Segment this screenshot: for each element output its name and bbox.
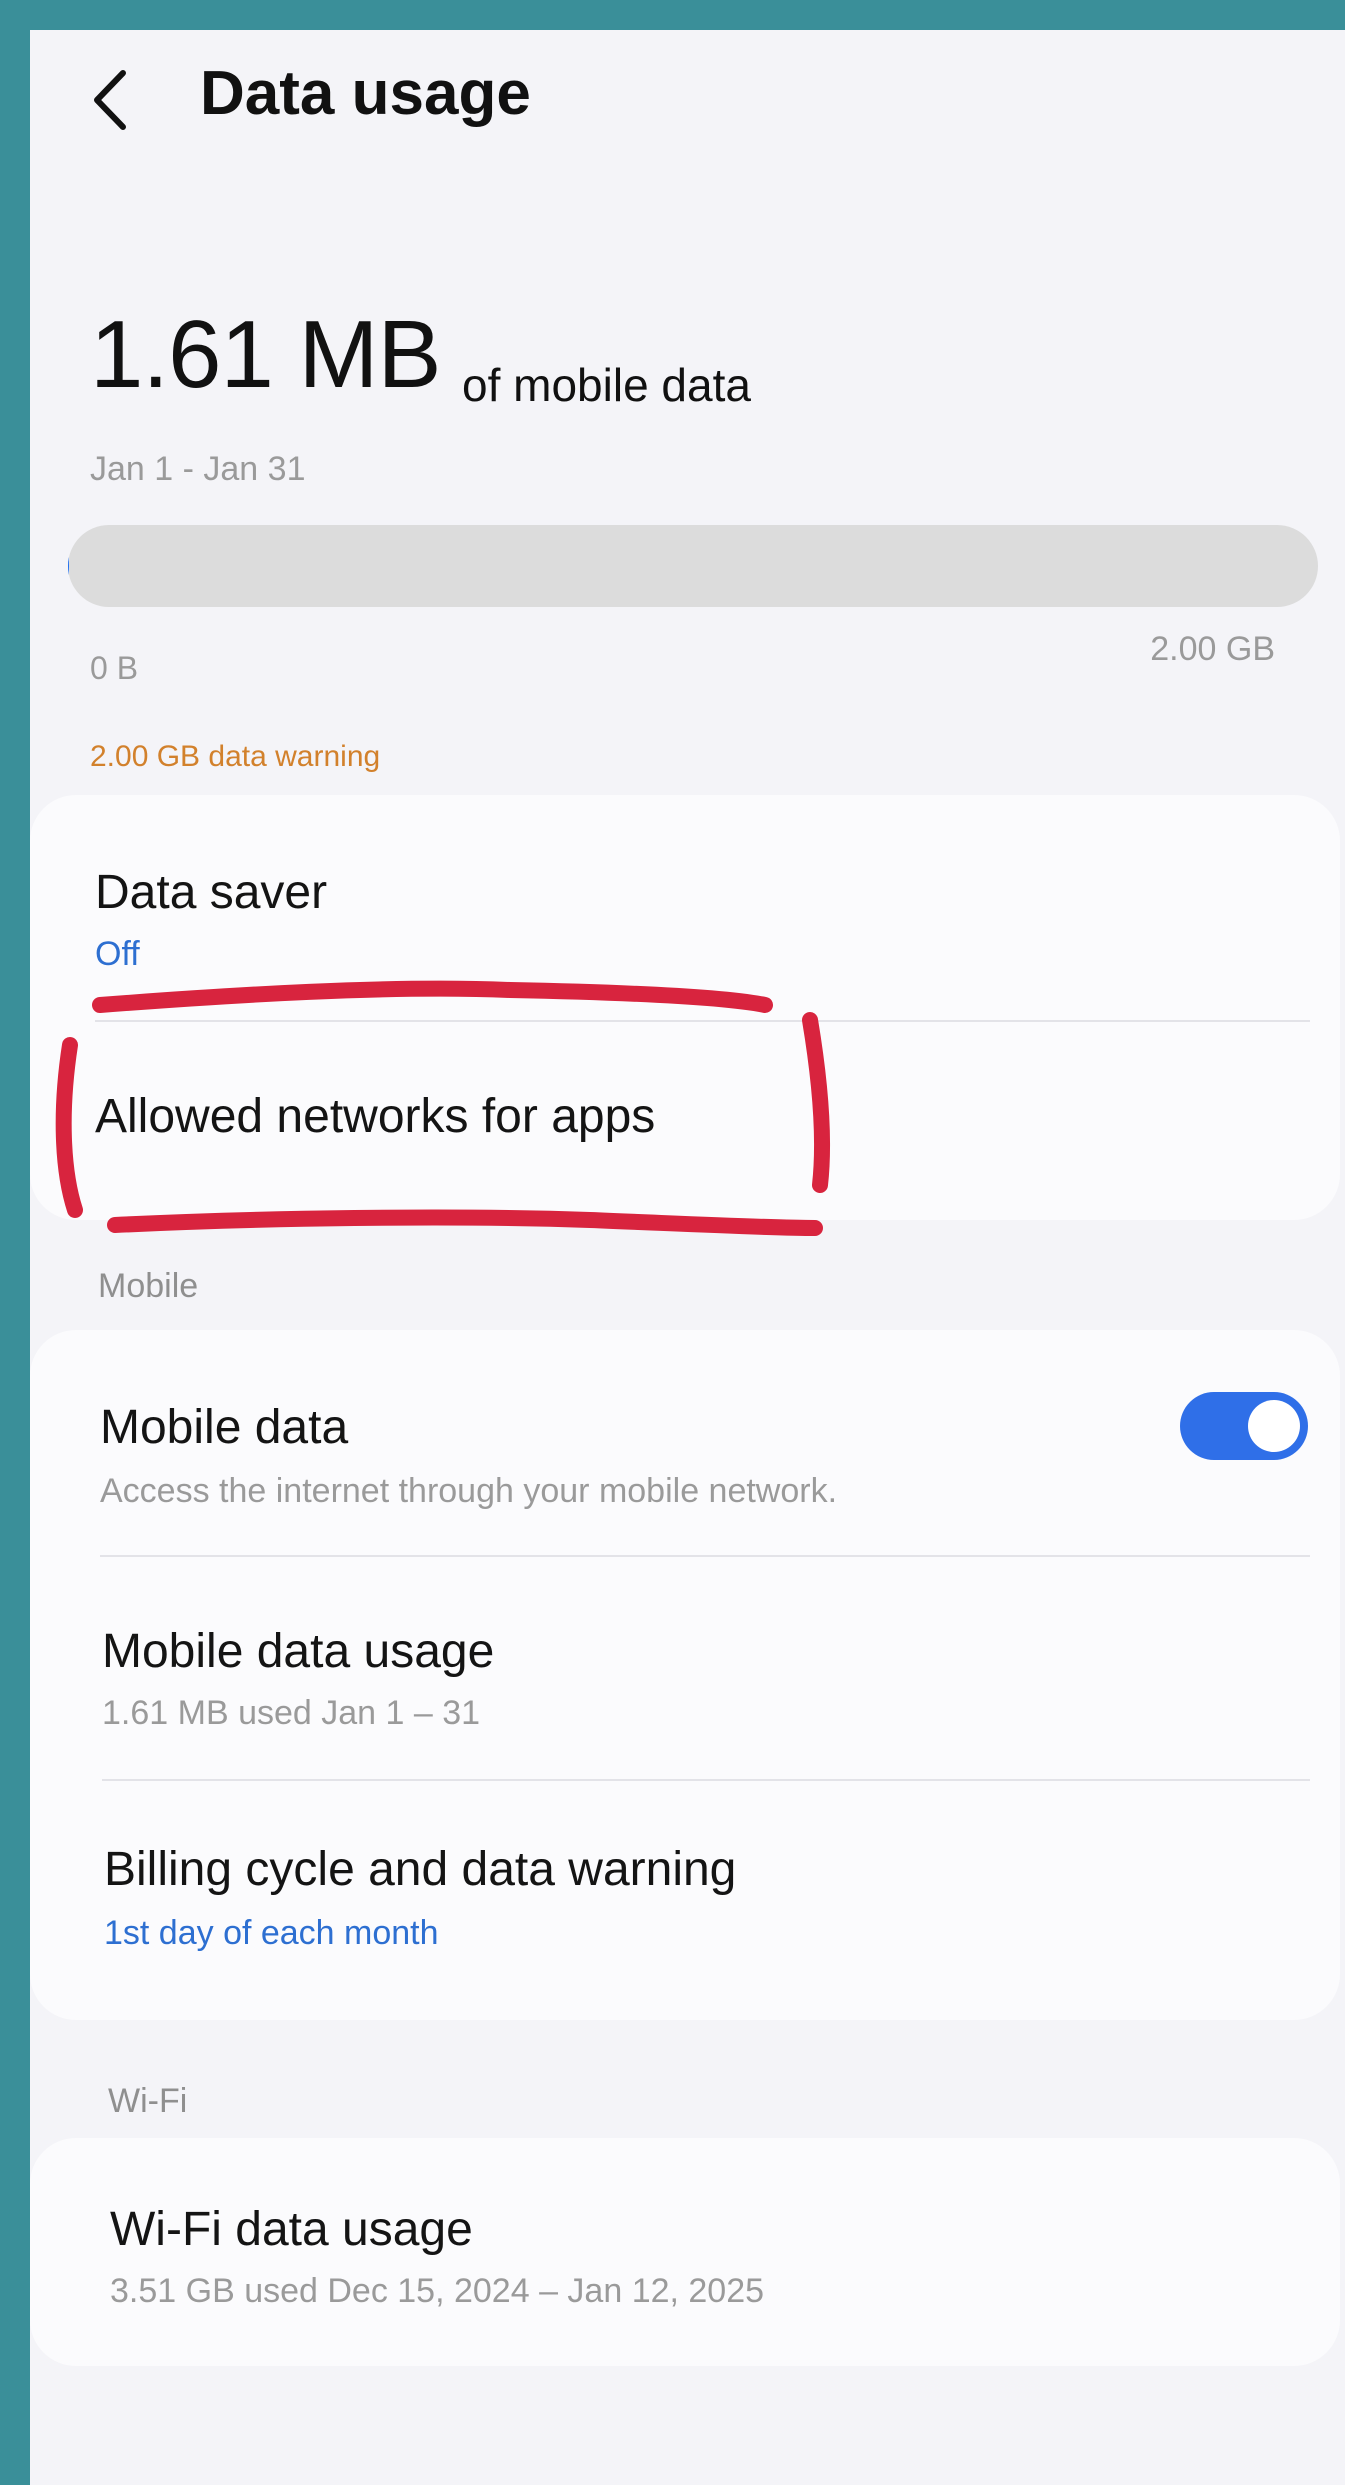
billing-cycle-value: 1st day of each month [104,1914,439,1952]
bar-min-label: 0 B [90,650,139,686]
mobile-data-toggle[interactable] [1180,1392,1308,1460]
wifi-card: Wi-Fi data usage 3.51 GB used Dec 15, 20… [30,2138,1340,2366]
section-header-wifi: Wi-Fi [108,2082,188,2120]
app-bar: Data usage [30,30,1345,160]
data-saver-card: Data saver Off Allowed networks for apps [30,795,1340,1220]
mobile-data-usage-row[interactable]: Mobile data usage 1.61 MB used Jan 1 – 3… [30,1556,1340,1779]
usage-progress-bar [68,525,1318,607]
mobile-data-row[interactable]: Mobile data Access the internet through … [30,1330,1340,1555]
wifi-data-usage-title: Wi-Fi data usage [110,2203,473,2256]
data-saver-value: Off [95,935,140,973]
data-usage-screen: Data usage 1.61 MB of mobile data Jan 1 … [30,30,1345,2485]
bar-max-label: 2.00 GB [1150,630,1275,668]
wifi-data-usage-subtitle: 3.51 GB used Dec 15, 2024 – Jan 12, 2025 [110,2272,765,2310]
data-saver-row[interactable]: Data saver Off [30,795,1340,1020]
mobile-data-title: Mobile data [100,1401,349,1454]
billing-cycle-title: Billing cycle and data warning [104,1843,737,1896]
allowed-networks-title: Allowed networks for apps [95,1090,656,1143]
mobile-data-usage-title: Mobile data usage [102,1625,495,1678]
usage-progress-fill [68,525,69,607]
chevron-left-icon[interactable] [85,65,135,135]
mobile-card: Mobile data Access the internet through … [30,1330,1340,2020]
allowed-networks-row[interactable]: Allowed networks for apps [30,1021,1340,1220]
usage-unit-label: of mobile data [462,359,751,411]
data-saver-title: Data saver [95,866,328,919]
page-title: Data usage [200,59,531,128]
mobile-data-subtitle: Access the internet through your mobile … [100,1472,838,1510]
wifi-data-usage-row[interactable]: Wi-Fi data usage 3.51 GB used Dec 15, 20… [30,2138,1340,2366]
toggle-knob [1248,1400,1300,1452]
usage-period: Jan 1 - Jan 31 [90,450,306,488]
mobile-data-usage-subtitle: 1.61 MB used Jan 1 – 31 [102,1694,481,1732]
billing-cycle-row[interactable]: Billing cycle and data warning 1st day o… [30,1780,1340,2020]
data-warning-label: 2.00 GB data warning [90,740,381,773]
usage-amount: 1.61 MB [90,301,442,408]
section-header-mobile: Mobile [98,1267,199,1305]
